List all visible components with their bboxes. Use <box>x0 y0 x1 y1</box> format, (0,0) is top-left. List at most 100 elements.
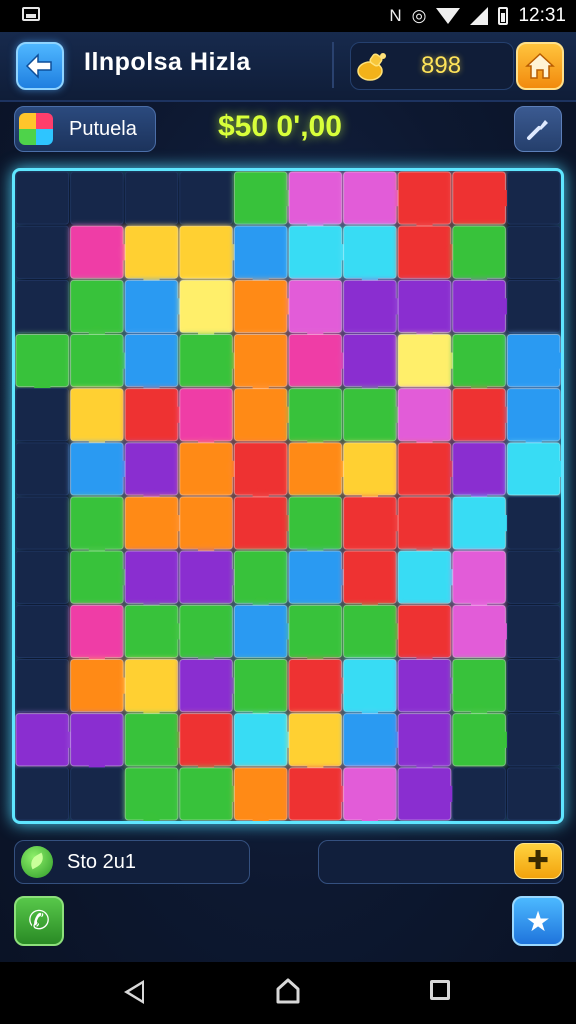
puzzle-piece[interactable] <box>124 225 179 279</box>
puzzle-piece[interactable] <box>343 659 397 713</box>
puzzle-piece[interactable] <box>288 659 343 713</box>
puzzle-piece[interactable] <box>179 171 233 225</box>
puzzle-piece[interactable] <box>288 279 343 334</box>
puzzle-piece[interactable] <box>233 604 288 659</box>
puzzle-piece[interactable] <box>343 334 397 388</box>
puzzle-piece[interactable] <box>452 604 506 659</box>
puzzle-piece[interactable] <box>343 496 397 550</box>
puzzle-piece[interactable] <box>397 225 452 279</box>
puzzle-piece[interactable] <box>179 659 233 713</box>
puzzle-piece[interactable] <box>70 496 124 550</box>
puzzle-piece[interactable] <box>452 334 506 388</box>
puzzle-piece[interactable] <box>233 767 288 821</box>
puzzle-piece[interactable] <box>179 334 233 388</box>
puzzle-piece[interactable] <box>15 225 70 279</box>
puzzle-piece[interactable] <box>179 388 233 442</box>
puzzle-piece[interactable] <box>397 713 452 767</box>
puzzle-piece[interactable] <box>288 713 343 767</box>
puzzle-piece[interactable] <box>70 659 124 713</box>
home-button[interactable] <box>516 42 564 90</box>
puzzle-piece[interactable] <box>70 334 124 388</box>
puzzle-piece[interactable] <box>124 767 179 821</box>
puzzle-piece[interactable] <box>233 225 288 279</box>
puzzle-piece[interactable] <box>124 279 179 334</box>
puzzle-piece[interactable] <box>343 388 397 442</box>
puzzle-piece[interactable] <box>179 442 233 496</box>
back-button[interactable] <box>16 42 64 90</box>
puzzle-piece[interactable] <box>397 767 452 821</box>
puzzle-piece[interactable] <box>506 496 561 550</box>
puzzle-piece[interactable] <box>288 334 343 388</box>
puzzle-piece[interactable] <box>343 225 397 279</box>
puzzle-piece[interactable] <box>397 442 452 496</box>
puzzle-piece[interactable] <box>452 279 506 334</box>
puzzle-piece[interactable] <box>179 496 233 550</box>
nav-recents-icon[interactable] <box>430 980 450 1000</box>
puzzle-piece[interactable] <box>343 713 397 767</box>
puzzle-piece[interactable] <box>343 550 397 604</box>
puzzle-piece[interactable] <box>70 442 124 496</box>
puzzle-piece[interactable] <box>452 442 506 496</box>
puzzle-piece[interactable] <box>288 225 343 279</box>
puzzle-piece[interactable] <box>233 334 288 388</box>
puzzle-piece[interactable] <box>506 767 561 821</box>
puzzle-piece[interactable] <box>15 713 70 767</box>
puzzle-piece[interactable] <box>452 550 506 604</box>
puzzle-piece[interactable] <box>15 604 70 659</box>
puzzle-piece[interactable] <box>397 604 452 659</box>
puzzle-piece[interactable] <box>179 550 233 604</box>
puzzle-piece[interactable] <box>233 659 288 713</box>
puzzle-board[interactable] <box>12 168 564 824</box>
puzzle-piece[interactable] <box>506 604 561 659</box>
favorite-button[interactable]: ★ <box>512 896 564 946</box>
puzzle-piece[interactable] <box>124 334 179 388</box>
puzzle-piece[interactable] <box>397 279 452 334</box>
puzzle-piece[interactable] <box>124 442 179 496</box>
puzzle-piece[interactable] <box>15 279 70 334</box>
puzzle-piece[interactable] <box>15 659 70 713</box>
puzzle-piece[interactable] <box>124 604 179 659</box>
puzzle-piece[interactable] <box>506 225 561 279</box>
puzzle-piece[interactable] <box>452 171 506 225</box>
puzzle-piece[interactable] <box>343 171 397 225</box>
puzzle-piece[interactable] <box>70 604 124 659</box>
puzzle-piece[interactable] <box>397 171 452 225</box>
nav-back-icon[interactable] <box>124 980 144 1004</box>
puzzle-piece[interactable] <box>288 604 343 659</box>
puzzle-piece[interactable] <box>343 767 397 821</box>
puzzle-piece[interactable] <box>397 550 452 604</box>
puzzle-piece[interactable] <box>397 334 452 388</box>
puzzle-piece[interactable] <box>124 171 179 225</box>
puzzle-piece[interactable] <box>397 496 452 550</box>
puzzle-piece[interactable] <box>452 713 506 767</box>
puzzle-piece[interactable] <box>124 388 179 442</box>
puzzle-piece[interactable] <box>233 496 288 550</box>
puzzle-piece[interactable] <box>15 496 70 550</box>
puzzle-piece[interactable] <box>452 767 506 821</box>
puzzle-piece[interactable] <box>15 767 70 821</box>
puzzle-piece[interactable] <box>179 225 233 279</box>
puzzle-piece[interactable] <box>70 550 124 604</box>
puzzle-piece[interactable] <box>15 550 70 604</box>
tool-button[interactable] <box>514 106 562 152</box>
puzzle-piece[interactable] <box>70 767 124 821</box>
puzzle-piece[interactable] <box>343 604 397 659</box>
puzzle-piece[interactable] <box>124 496 179 550</box>
puzzle-piece[interactable] <box>233 279 288 334</box>
puzzle-piece[interactable] <box>288 550 343 604</box>
puzzle-piece[interactable] <box>70 279 124 334</box>
puzzle-piece[interactable] <box>233 550 288 604</box>
puzzle-piece[interactable] <box>15 171 70 225</box>
puzzle-piece[interactable] <box>288 388 343 442</box>
add-button[interactable]: ✚ <box>514 843 562 879</box>
puzzle-piece[interactable] <box>343 442 397 496</box>
puzzle-piece[interactable] <box>15 442 70 496</box>
puzzle-piece[interactable] <box>233 442 288 496</box>
puzzle-piece[interactable] <box>506 659 561 713</box>
puzzle-piece[interactable] <box>452 659 506 713</box>
puzzle-piece[interactable] <box>233 171 288 225</box>
puzzle-piece[interactable] <box>179 767 233 821</box>
puzzle-piece[interactable] <box>506 388 561 442</box>
puzzle-piece[interactable] <box>506 442 561 496</box>
puzzle-grid[interactable] <box>15 171 561 821</box>
